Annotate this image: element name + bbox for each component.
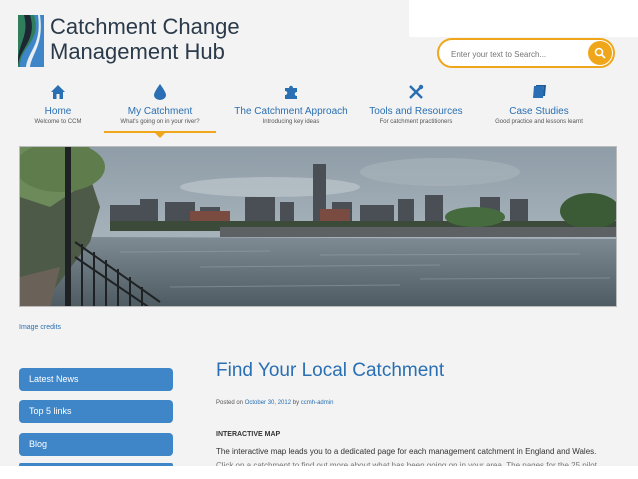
droplet-icon [154,84,166,100]
nav-label: Case Studies [509,106,569,117]
search-button[interactable] [588,41,612,65]
sidebar-item-blog[interactable]: Blog [19,433,173,456]
nav-label: My Catchment [127,106,193,117]
site-title-line2: Management Hub [50,39,225,64]
nav-label: The Catchment Approach [234,106,348,117]
nav-sub: What's going on in your river? [120,119,200,125]
sidebar-item-latest-news[interactable]: Latest News [19,368,173,391]
folder-icon [533,85,546,98]
home-icon [51,85,65,99]
site-title[interactable]: Catchment Change Management Hub [50,14,240,64]
nav-item-home[interactable]: Home Welcome to CCM [28,84,88,125]
main-nav: Home Welcome to CCM My Catchment What's … [0,84,638,144]
hero-image [20,147,616,306]
search-box [437,38,615,68]
site-title-line1: Catchment Change [50,14,240,39]
nav-label: Home [44,106,72,117]
nav-item-catchment-approach[interactable]: The Catchment Approach Introducing key i… [232,84,350,125]
puzzle-icon [285,85,297,99]
sidebar-item-top-5-links[interactable]: Top 5 links [19,400,173,423]
page-bottom-edge [0,466,638,479]
section-heading: INTERACTIVE MAP [216,431,281,438]
active-nav-caret [155,133,165,138]
posted-prefix: Posted on [216,400,244,406]
logo-icon[interactable] [18,15,44,67]
post-author-link[interactable]: ccmh-admin [301,400,334,406]
post-title[interactable]: Find Your Local Catchment [216,360,444,382]
nav-sub: Welcome to CCM [34,119,82,125]
nav-item-tools-resources[interactable]: Tools and Resources For catchment practi… [364,84,468,125]
nav-sub: For catchment practitioners [379,119,453,125]
search-icon [594,47,606,59]
post-date-link[interactable]: October 30, 2012 [245,400,291,406]
header-corner [409,0,638,37]
image-credits-link[interactable]: Image credits [19,324,61,331]
nav-item-case-studies[interactable]: Case Studies Good practice and lessons l… [484,84,594,125]
post-meta: Posted on October 30, 2012 by ccmh-admin [216,400,333,406]
page: Catchment Change Management Hub Home Wel… [0,0,638,479]
posted-by: by [292,400,300,406]
hero-banner [19,146,617,307]
search-input[interactable] [449,45,593,63]
nav-item-my-catchment[interactable]: My Catchment What's going on in your riv… [105,84,215,125]
nav-sub: Good practice and lessons learnt [495,119,583,125]
nav-label: Tools and Resources [369,106,463,117]
nav-sub: Introducing key ideas [262,119,320,125]
tools-icon [409,84,424,99]
post-body-line: The interactive map leads you to a dedic… [216,447,597,456]
